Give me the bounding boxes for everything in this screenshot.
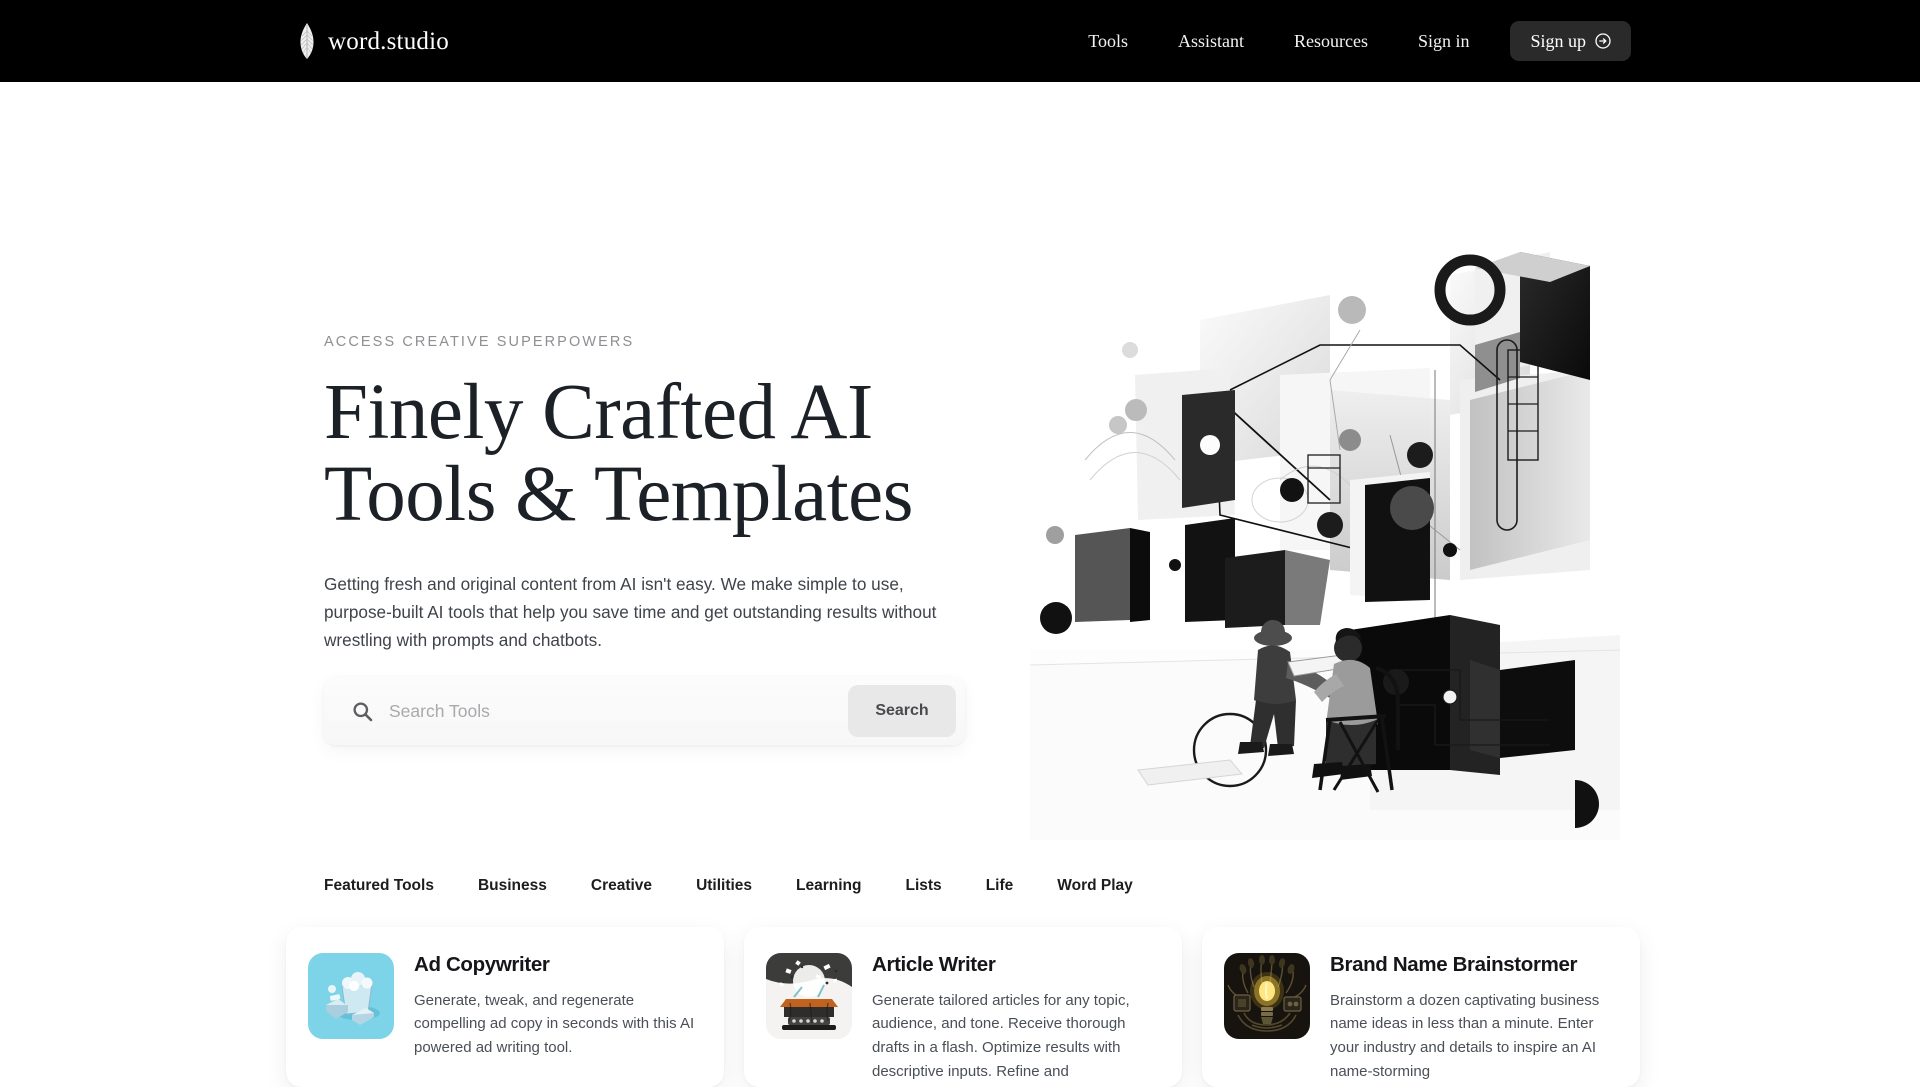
hero-artwork [1030, 250, 1620, 840]
nav-link-resources[interactable]: Resources [1269, 24, 1393, 58]
search-button[interactable]: Search [848, 685, 956, 737]
hero-subtitle: Getting fresh and original content from … [324, 574, 937, 651]
card-description: Generate, tweak, and regenerate compelli… [414, 991, 695, 1056]
feather-quill-icon [300, 23, 314, 59]
search-bar: Search [324, 677, 965, 745]
tool-card[interactable]: Article Writer Generate tailored article… [744, 927, 1182, 1087]
card-title: Brand Name Brainstormer [1330, 953, 1578, 976]
main-navigation: Tools Assistant Resources Sign in Sign u… [1063, 21, 1631, 61]
tab-lists[interactable]: Lists [884, 872, 964, 900]
card-body: Ad Copywriter Generate, tweak, and regen… [414, 953, 698, 1087]
tab-learning[interactable]: Learning [774, 872, 883, 900]
arrow-right-circle-icon [1595, 33, 1611, 49]
hero-title-line-1: Finely Crafted AI [324, 369, 873, 456]
hero-copy-block: ACCESS CREATIVE SUPERPOWERS Finely Craft… [324, 334, 964, 654]
hero-section: ACCESS CREATIVE SUPERPOWERS Finely Craft… [0, 82, 1920, 840]
sign-up-label: Sign up [1530, 31, 1586, 51]
page-title: Finely Crafted AI Tools & Templates [324, 369, 964, 539]
card-description: Generate tailored articles for any topic… [872, 991, 1130, 1080]
nav-link-tools[interactable]: Tools [1063, 24, 1153, 58]
brand-name-text: word.studio [328, 27, 449, 55]
sign-up-button[interactable]: Sign up [1510, 21, 1631, 61]
category-tabs: Featured Tools Business Creative Utiliti… [324, 872, 1155, 900]
tab-utilities[interactable]: Utilities [674, 872, 774, 900]
card-body: Article Writer Generate tailored article… [872, 953, 1156, 1087]
site-header: word.studio Tools Assistant Resources Si… [0, 0, 1920, 82]
brand-name-brainstormer-thumbnail [1224, 953, 1310, 1039]
article-writer-thumbnail [766, 953, 852, 1039]
card-title: Ad Copywriter [414, 953, 550, 976]
tab-creative[interactable]: Creative [569, 872, 674, 900]
hero-eyebrow: ACCESS CREATIVE SUPERPOWERS [324, 334, 635, 350]
hero-title-line-2: Tools & Templates [324, 451, 913, 539]
card-description: Brainstorm a dozen captivating business … [1330, 991, 1600, 1080]
tab-featured-tools[interactable]: Featured Tools [324, 872, 456, 900]
tool-card[interactable]: Ad Copywriter Generate, tweak, and regen… [286, 927, 724, 1087]
search-icon[interactable] [352, 701, 373, 722]
nav-link-assistant[interactable]: Assistant [1153, 24, 1269, 58]
nav-link-sign-in[interactable]: Sign in [1393, 24, 1495, 58]
tool-card[interactable]: Brand Name Brainstormer Brainstorm a doz… [1202, 927, 1640, 1087]
card-title: Article Writer [872, 953, 996, 976]
tool-card-grid: Ad Copywriter Generate, tweak, and regen… [286, 927, 1641, 1087]
search-input[interactable] [389, 700, 848, 722]
tab-life[interactable]: Life [964, 872, 1036, 900]
tab-word-play[interactable]: Word Play [1035, 872, 1155, 900]
card-body: Brand Name Brainstormer Brainstorm a doz… [1330, 953, 1614, 1087]
ad-copywriter-thumbnail [308, 953, 394, 1039]
tab-business[interactable]: Business [456, 872, 569, 900]
abstract-geometric-collage-illustration [1030, 250, 1620, 840]
brand-logo[interactable]: word.studio [297, 23, 449, 59]
